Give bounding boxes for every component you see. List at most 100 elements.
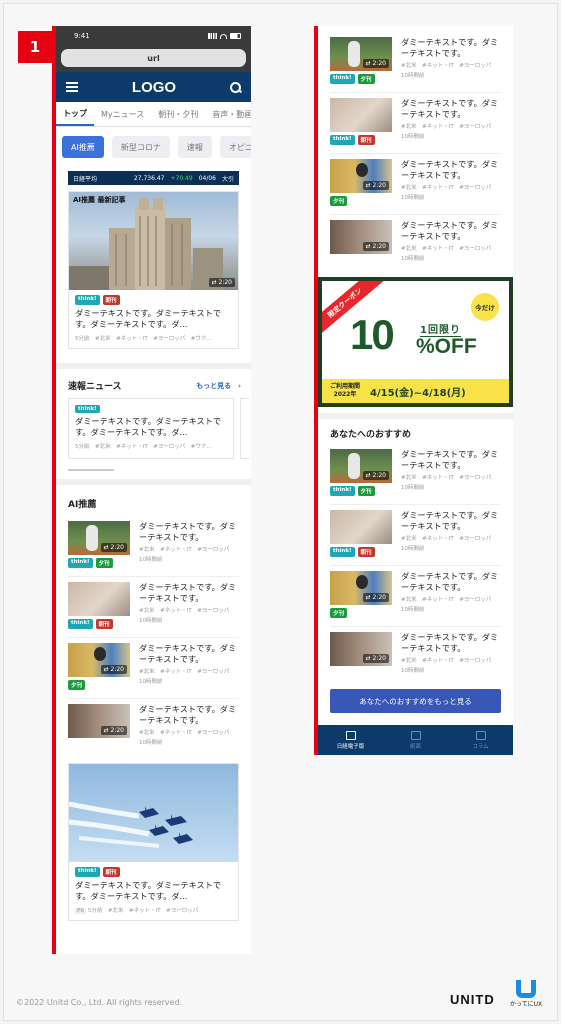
list-item-title: ダミーテキストです。ダミーテキストです。 (401, 37, 499, 58)
list-item-time: 10時間前 (401, 195, 425, 201)
copyright-text: ©2022 Unitd Co., Ltd. All rights reserve… (16, 998, 183, 1007)
list-item[interactable]: ⇄ 2:20 夕刊 ダミーテキストです。ダミーテキストです。 #北米 #ネット・… (68, 638, 239, 699)
tag-think: think! (330, 486, 355, 496)
feature-article-card[interactable]: AI推薦 最新記事 ⇄ 2:20 think! 朝刊 ダミーテキストです。ダミー… (68, 191, 239, 349)
ai-section-title: AI推薦 (68, 500, 97, 510)
tab-top[interactable]: トップ (56, 102, 94, 126)
pr-label: PR (75, 908, 87, 914)
list-item[interactable]: ⇄ 2:20 ダミーテキストです。ダミーテキストです。 #北米 #ネット・IT … (330, 215, 501, 267)
tag-evening: 夕刊 (357, 74, 375, 84)
tag-think: think! (68, 619, 93, 629)
list-item-title: ダミーテキストです。ダミーテキストです。 (401, 98, 499, 119)
list-item-title: ダミーテキストです。ダミーテキストです。 (139, 521, 237, 542)
pr-card-title: ダミーテキストです。ダミーテキストです。ダミーテキストです。ダ... (75, 880, 222, 901)
tag-think: think! (75, 295, 100, 305)
chip-opinion[interactable]: オピニ (219, 136, 251, 158)
ai-list: ⇄ 2:20 think! 夕刊 ダミーテキストです。ダミーテキストです。 #北… (56, 516, 251, 751)
chip-breaking[interactable]: 速報 (177, 136, 212, 158)
list-item[interactable]: ⇄ 2:20 夕刊 ダミーテキストです。ダミーテキストです。 #北米 #ネット・… (330, 154, 501, 215)
nav-column[interactable]: コラム (448, 725, 513, 755)
coupon-off: %OFF (416, 335, 477, 358)
pr-article-card[interactable]: think! 朝刊 ダミーテキストです。ダミーテキストです。ダミーテキストです。… (68, 763, 239, 921)
tag-evening: 夕刊 (68, 680, 86, 690)
nikkei-ticker[interactable]: 日経平均 27,736.47 +70.49 04/06 大引 (68, 171, 239, 185)
breaking-card-meta: 5分前 #北米 #ネット・IT #ヨーロッパ #ウク... (75, 444, 212, 450)
tag-evening: 夕刊 (330, 608, 348, 618)
list-item[interactable]: ⇄ 2:20 think! 夕刊 ダミーテキストです。ダミーテキストです。 #北… (330, 32, 501, 93)
list-item-time: 10時間前 (401, 485, 425, 491)
breaking-more-link[interactable]: もっと見る › (196, 381, 241, 391)
tag-morning: 朝刊 (102, 295, 120, 305)
list-item[interactable]: ⇄ 2:20 think! 夕刊 ダミーテキストです。ダミーテキストです。 #北… (330, 444, 501, 505)
continued-list: ⇄ 2:20 think! 夕刊 ダミーテキストです。ダミーテキストです。 #北… (318, 26, 513, 267)
signal-icon (208, 33, 217, 39)
status-bar: 9:41 (56, 26, 251, 46)
list-item[interactable]: ⇄ 2:20 ダミーテキストです。ダミーテキストです。 #北米 #ネット・IT … (68, 699, 239, 751)
list-item-title: ダミーテキストです。ダミーテキストです。 (401, 449, 499, 470)
list-item[interactable]: think! 朝刊 ダミーテキストです。ダミーテキストです。 #北米 #ネット・… (330, 505, 501, 566)
breaking-carousel[interactable]: think! ダミーテキストです。ダミーテキストです。ダミーテキストです。ダ..… (56, 398, 251, 459)
tag-evening: 夕刊 (357, 486, 375, 496)
search-icon[interactable] (229, 81, 241, 93)
category-chips: AI推薦 新型コロナ 速報 オピニ (56, 127, 251, 167)
coupon-banner[interactable]: 限定クーポン 今だけ 10 1回限り %OFF ご利用期間 2022年 4/15… (318, 277, 513, 407)
list-item[interactable]: think! 朝刊 ダミーテキストです。ダミーテキストです。 #北米 #ネット・… (68, 577, 239, 638)
list-item-tags: #北米 #ネット・IT #ヨーロッパ (401, 536, 492, 542)
video-duration: ⇄ 2:20 (362, 181, 389, 190)
menu-icon[interactable] (66, 82, 78, 92)
ticker-label: 日経平均 (73, 175, 98, 183)
tab-audio-video[interactable]: 音声・動画 (205, 102, 251, 126)
list-item-time: 10時間前 (401, 73, 425, 79)
list-item[interactable]: ⇄ 2:20 夕刊 ダミーテキストです。ダミーテキストです。 #北米 #ネット・… (330, 566, 501, 627)
coupon-percent: 10 (350, 311, 395, 358)
list-item-time: 10時間前 (401, 134, 425, 140)
carousel-scrollbar[interactable] (68, 469, 114, 471)
tab-my-news[interactable]: Myニュース (94, 102, 151, 126)
video-duration: ⇄ 2:20 (100, 543, 127, 552)
next-card-peek[interactable] (240, 398, 250, 459)
period-year: 2022年 (333, 391, 357, 398)
top-tabs: トップ Myニュース 朝刊・夕刊 音声・動画 (56, 102, 251, 127)
more-recommend-button[interactable]: あなたへのおすすめをもっと見る (330, 689, 501, 713)
list-item-title: ダミーテキストです。ダミーテキストです。 (139, 582, 237, 603)
list-item-tags: #北米 #ネット・IT #ヨーロッパ (401, 246, 492, 252)
tag-evening: 夕刊 (330, 196, 348, 206)
feature-image: AI推薦 最新記事 ⇄ 2:20 (69, 192, 238, 290)
video-duration: ⇄ 2:20 (362, 593, 389, 602)
breaking-card[interactable]: think! ダミーテキストです。ダミーテキストです。ダミーテキストです。ダ..… (68, 398, 234, 459)
list-item[interactable]: ⇄ 2:20 think! 夕刊 ダミーテキストです。ダミーテキストです。 #北… (68, 516, 239, 577)
pr-image (69, 764, 238, 862)
feature-meta: 5分前 #北米 #ネット・IT #ヨーロッパ #ウク... (75, 336, 212, 342)
wifi-icon (220, 33, 227, 39)
tag-think: think! (330, 74, 355, 84)
list-item[interactable]: think! 朝刊 ダミーテキストです。ダミーテキストです。 #北米 #ネット・… (330, 93, 501, 154)
chip-covid[interactable]: 新型コロナ (111, 136, 170, 158)
step-number-badge: 1 (18, 31, 52, 63)
jets-illustration (69, 801, 193, 848)
recommend-header: あなたへのおすすめ (318, 419, 513, 444)
tower-illustration (69, 198, 223, 290)
thumbnail-mask: ⇄ 2:20 (330, 159, 392, 193)
chip-ai-recommend[interactable]: AI推薦 (62, 136, 104, 158)
video-duration: ⇄ 2:20 (362, 654, 389, 663)
thumbnail-mask: ⇄ 2:20 (330, 571, 392, 605)
list-item-time: 10時間前 (139, 740, 163, 746)
unitd-logo: UNITD (450, 992, 495, 1007)
ticker-change: +70.49 (170, 174, 193, 182)
feature-section-label: AI推薦 最新記事 (73, 196, 126, 204)
list-item-time: 10時間前 (139, 557, 163, 563)
tab-morning-evening[interactable]: 朝刊・夕刊 (151, 102, 205, 126)
nav-paper[interactable]: 紙面 (383, 725, 448, 755)
list-item-title: ダミーテキストです。ダミーテキストです。 (401, 220, 499, 241)
list-item-tags: #北米 #ネット・IT #ヨーロッパ (401, 185, 492, 191)
list-item[interactable]: ⇄ 2:20 ダミーテキストです。ダミーテキストです。 #北米 #ネット・IT … (330, 627, 501, 679)
list-item-tags: #北米 #ネット・IT #ヨーロッパ (401, 124, 492, 130)
nav-digital-edition[interactable]: 日経電子版 (318, 725, 383, 755)
url-field[interactable]: url (61, 49, 246, 67)
site-logo[interactable]: LOGO (132, 79, 176, 96)
nav-label: 紙面 (409, 743, 421, 750)
thumbnail-hands (330, 510, 392, 544)
list-item-title: ダミーテキストです。ダミーテキストです。 (401, 159, 499, 180)
video-duration: ⇄ 2:20 (100, 726, 127, 735)
thumbnail-woman: ⇄ 2:20 (330, 220, 392, 254)
